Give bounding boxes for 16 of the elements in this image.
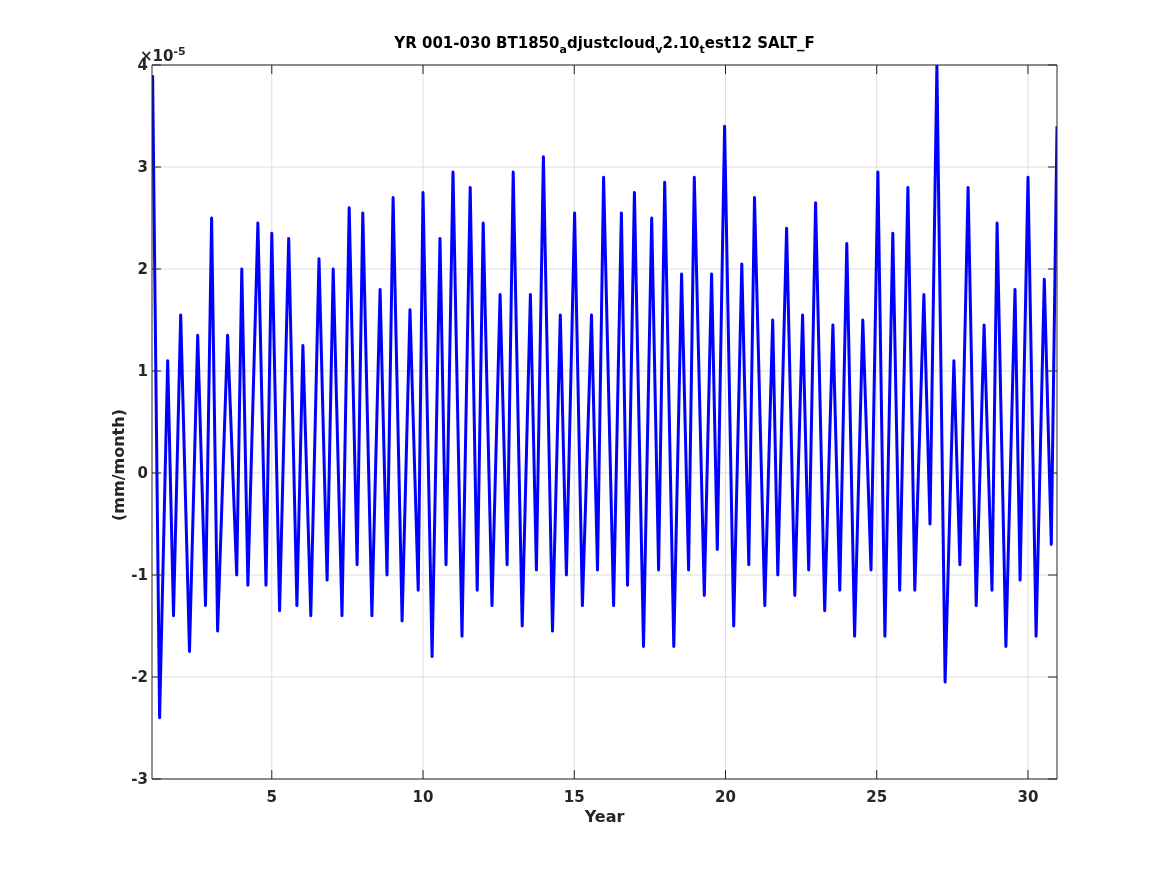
chart-title: YR 001-030 BT1850$_{a}$djustcloud$_{v}$2.10$_{t}$est12 SALT_F <box>394 34 815 52</box>
y-axis-label: (mm/month) <box>109 409 128 521</box>
y-tick-label: 3 <box>137 158 148 176</box>
y-tick-label: 2 <box>137 260 148 278</box>
x-tick-label: 20 <box>715 788 736 806</box>
x-tick-label: 10 <box>412 788 434 806</box>
y-tick-label: -3 <box>131 770 148 788</box>
y-tick-label: -2 <box>131 668 148 686</box>
y-tick-label: -1 <box>131 566 148 584</box>
y-tick-label: 1 <box>137 362 148 380</box>
x-tick-label: 15 <box>563 788 585 806</box>
x-tick-label: 5 <box>266 788 277 806</box>
x-axis-label: Year <box>584 807 625 826</box>
x-tick-label: 25 <box>866 788 888 806</box>
y-tick-label: 0 <box>137 464 148 482</box>
x-tick-label: 30 <box>1017 788 1039 806</box>
